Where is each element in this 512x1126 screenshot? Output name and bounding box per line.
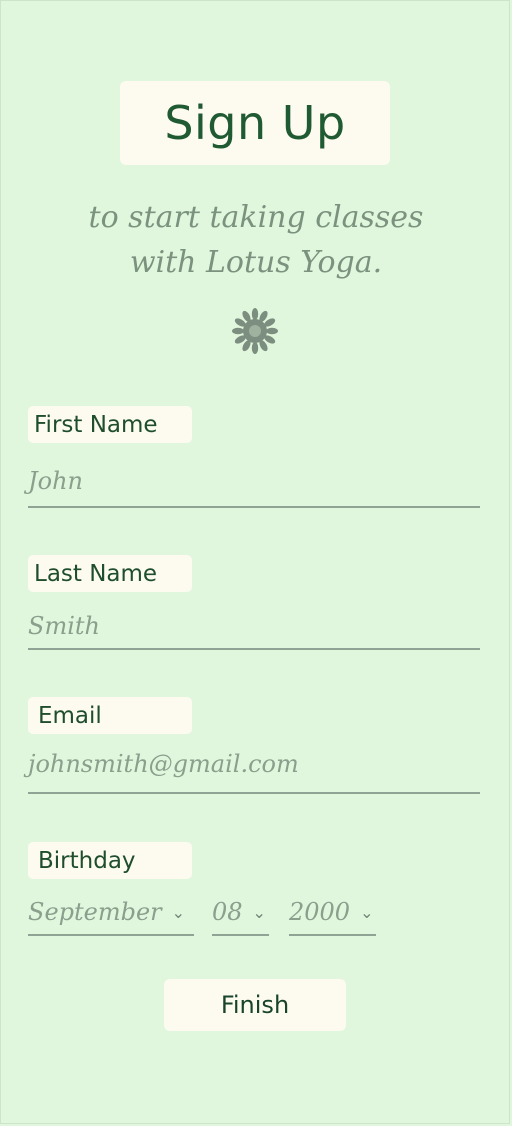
email-label-text: Email bbox=[38, 702, 102, 729]
lotus-petal bbox=[266, 327, 278, 335]
lotus-icon bbox=[232, 308, 278, 354]
birthday-month-value: September bbox=[28, 898, 162, 926]
chevron-down-icon: ⌄ bbox=[252, 902, 266, 922]
birthday-month-select[interactable]: September ⌄ bbox=[28, 890, 185, 934]
chevron-down-icon: ⌄ bbox=[171, 902, 186, 922]
birthday-day-select[interactable]: 08 ⌄ bbox=[212, 890, 266, 934]
email-label: Email bbox=[28, 697, 192, 734]
birthday-year-value: 2000 bbox=[289, 898, 351, 926]
first-name-label-text: First Name bbox=[34, 411, 158, 438]
lotus-petal bbox=[232, 327, 244, 335]
last-name-underline bbox=[28, 648, 480, 650]
lotus-petal bbox=[251, 308, 259, 320]
lotus-petal bbox=[251, 342, 259, 354]
last-name-label-text: Last Name bbox=[34, 560, 158, 587]
first-name-field[interactable]: John bbox=[28, 467, 83, 495]
page-title: Sign Up bbox=[164, 96, 346, 150]
chevron-down-icon: ⌄ bbox=[360, 902, 374, 922]
subtitle-line-1: to start taking classes bbox=[88, 200, 424, 235]
birthday-day-value: 08 bbox=[212, 898, 243, 926]
finish-button-label: Finish bbox=[220, 991, 290, 1019]
birthday-label-text: Birthday bbox=[38, 847, 136, 874]
birthday-day-underline bbox=[212, 934, 269, 936]
finish-button[interactable]: Finish bbox=[164, 979, 346, 1031]
birthday-year-underline bbox=[289, 934, 376, 936]
last-name-field[interactable]: Smith bbox=[28, 612, 100, 640]
title-card: Sign Up bbox=[120, 81, 390, 165]
first-name-label: First Name bbox=[28, 406, 192, 443]
birthday-label: Birthday bbox=[28, 842, 192, 879]
email-underline bbox=[28, 792, 480, 794]
email-field[interactable]: johnsmith@gmail.com bbox=[28, 750, 299, 778]
birthday-month-underline bbox=[28, 934, 194, 936]
first-name-underline bbox=[28, 506, 480, 508]
last-name-label: Last Name bbox=[28, 555, 192, 592]
subtitle-line-2: with Lotus Yoga. bbox=[129, 245, 383, 280]
page-subtitle: to start taking classes with Lotus Yoga. bbox=[0, 195, 512, 285]
birthday-year-select[interactable]: 2000 ⌄ bbox=[289, 890, 373, 934]
